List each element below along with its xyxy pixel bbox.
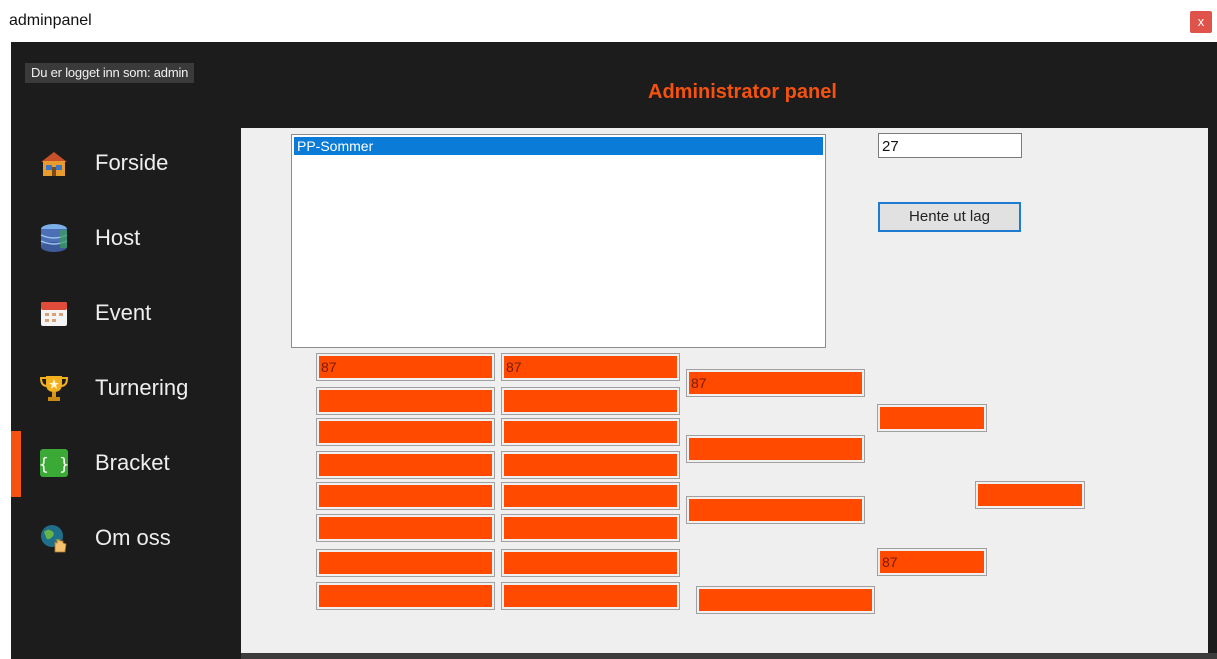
bracket-slot[interactable]: 87 [877,548,987,576]
house-icon [41,152,67,176]
sidebar-item-om-oss[interactable]: Om oss [11,508,241,568]
bracket-slot[interactable] [501,482,680,510]
sidebar-item-forside[interactable]: Forside [11,133,241,193]
bracket-slot[interactable] [316,582,495,610]
tournament-listbox[interactable]: PP-Sommer [291,134,826,348]
bracket-slot[interactable] [501,418,680,446]
bracket-slot[interactable] [316,418,495,446]
sidebar-item-label: Turnering [95,375,189,400]
bracket-slot[interactable] [501,387,680,415]
svg-text:{ }: { } [39,455,70,475]
bracket-slot[interactable] [316,482,495,510]
sidebar-item-label: Bracket [95,450,170,475]
window-titlebar: adminpanel x [0,0,1217,42]
braces-icon: { } [39,449,70,477]
sidebar-item-bracket[interactable]: { } Bracket [11,431,241,497]
database-icon [40,224,68,252]
bracket-final-slot[interactable] [975,481,1085,509]
content-panel: PP-Sommer 27 Hente ut lag 87 87 87 87 [241,128,1208,653]
bracket-slot[interactable] [696,586,875,614]
sidebar-item-label: Event [95,300,152,325]
sidebar-item-host[interactable]: Host [11,208,241,268]
bracket-slot[interactable]: 87 [316,353,495,381]
team-count-field[interactable]: 27 [878,133,1022,158]
horizontal-scrollbar[interactable] [241,653,1217,659]
bracket-slot[interactable]: 87 [501,353,680,381]
globe-hand-icon [41,525,67,553]
bracket-slot[interactable] [316,514,495,542]
list-item[interactable]: PP-Sommer [294,137,823,155]
sidebar-item-label: Host [95,225,141,250]
close-button[interactable]: x [1190,11,1212,33]
bracket-slot[interactable] [316,451,495,479]
sidebar-item-turnering[interactable]: Turnering [11,358,241,418]
calendar-icon [41,302,67,326]
app-window: Du er logget inn som: admin Administrato… [11,42,1217,659]
bracket-slot[interactable]: 87 [686,369,865,397]
sidebar-item-event[interactable]: Event [11,283,241,343]
bracket-slot[interactable] [501,549,680,577]
bracket-slot[interactable] [877,404,987,432]
fetch-teams-button[interactable]: Hente ut lag [878,202,1021,232]
bracket-slot[interactable] [316,387,495,415]
bracket-slot[interactable] [686,435,865,463]
sidebar-item-label: Forside [95,150,169,175]
page-title: Administrator panel [648,81,837,103]
bracket-slot[interactable] [316,549,495,577]
window-title: adminpanel [9,12,92,29]
bracket-slot[interactable] [686,496,865,524]
sidebar-item-label: Om oss [95,525,171,550]
bracket-slot[interactable] [501,514,680,542]
trophy-icon [39,376,69,401]
logged-in-label: Du er logget inn som: admin [25,63,195,83]
bracket-slot[interactable] [501,582,680,610]
bracket-slot[interactable] [501,451,680,479]
